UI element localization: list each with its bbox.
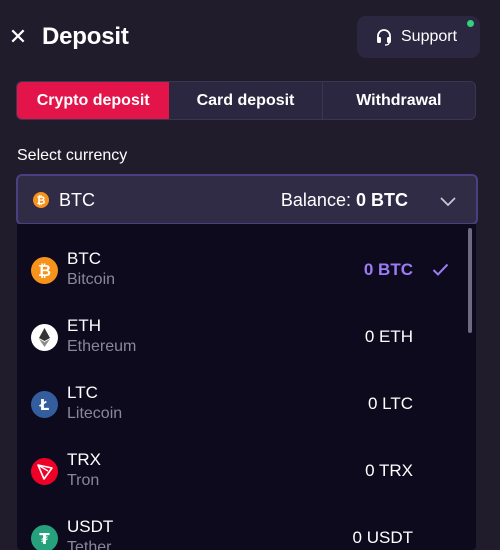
currency-amount: 0 BTC xyxy=(363,260,413,279)
svg-text:Ł: Ł xyxy=(39,396,50,414)
selected-currency-code: BTC xyxy=(59,190,95,210)
online-status-dot xyxy=(467,20,474,27)
deposit-tabs: Crypto deposit Card deposit Withdrawal xyxy=(16,81,476,120)
currency-code: LTC xyxy=(67,383,98,402)
ethereum-icon xyxy=(31,324,58,351)
currency-option-eth[interactable]: ETH Ethereum 0 ETH xyxy=(17,308,457,368)
currency-option-ltc[interactable]: Ł LTC Litecoin 0 LTC xyxy=(17,375,457,435)
currency-code: USDT xyxy=(67,517,114,536)
currency-name: Litecoin xyxy=(67,405,123,422)
currency-dropdown: ₿ BTC Bitcoin 0 BTC ETH Ethereum 0 ETH Ł… xyxy=(17,224,476,550)
litecoin-icon: Ł xyxy=(31,391,58,418)
bitcoin-icon: ₿ xyxy=(31,257,58,284)
tether-icon: ₮ xyxy=(31,525,58,550)
select-currency-label: Select currency xyxy=(17,147,128,164)
currency-select[interactable]: ₿ BTC Balance: 0 BTC xyxy=(16,174,478,225)
currency-code: TRX xyxy=(67,450,101,469)
tab-card-deposit[interactable]: Card deposit xyxy=(169,82,323,119)
tab-crypto-deposit[interactable]: Crypto deposit xyxy=(17,82,170,119)
dropdown-scrollbar[interactable] xyxy=(468,228,472,333)
header: ✕ Deposit Support xyxy=(0,0,500,76)
currency-amount: 0 LTC xyxy=(367,394,413,413)
currency-name: Tron xyxy=(67,472,100,489)
bitcoin-icon: ₿ xyxy=(33,192,49,208)
currency-amount: 0 TRX xyxy=(365,461,413,480)
page-title: Deposit xyxy=(42,23,129,50)
support-label: Support xyxy=(401,28,458,45)
tron-icon xyxy=(31,458,58,485)
currency-option-btc[interactable]: ₿ BTC Bitcoin 0 BTC xyxy=(17,241,457,301)
chevron-down-icon xyxy=(440,197,456,207)
currency-option-usdt[interactable]: ₮ USDT Tether 0 USDT xyxy=(17,509,457,550)
close-icon[interactable]: ✕ xyxy=(8,24,28,50)
currency-name: Bitcoin xyxy=(67,271,116,288)
currency-amount: 0 ETH xyxy=(364,327,413,346)
checkmark-icon xyxy=(432,263,449,276)
currency-amount: 0 USDT xyxy=(352,528,413,547)
balance-display: Balance: 0 BTC xyxy=(281,189,408,211)
currency-option-trx[interactable]: TRX Tron 0 TRX xyxy=(17,442,457,502)
currency-code: BTC xyxy=(67,249,101,268)
headset-icon xyxy=(377,29,391,46)
currency-code: ETH xyxy=(67,316,101,335)
svg-text:₿: ₿ xyxy=(38,261,51,280)
currency-name: Tether xyxy=(67,539,112,550)
currency-name: Ethereum xyxy=(67,338,137,355)
svg-text:₮: ₮ xyxy=(39,530,50,548)
tab-withdrawal[interactable]: Withdrawal xyxy=(323,82,475,119)
support-button[interactable]: Support xyxy=(357,16,480,58)
balance-value: 0 BTC xyxy=(355,190,408,210)
balance-label: Balance: xyxy=(280,190,351,210)
svg-text:₿: ₿ xyxy=(37,194,46,207)
